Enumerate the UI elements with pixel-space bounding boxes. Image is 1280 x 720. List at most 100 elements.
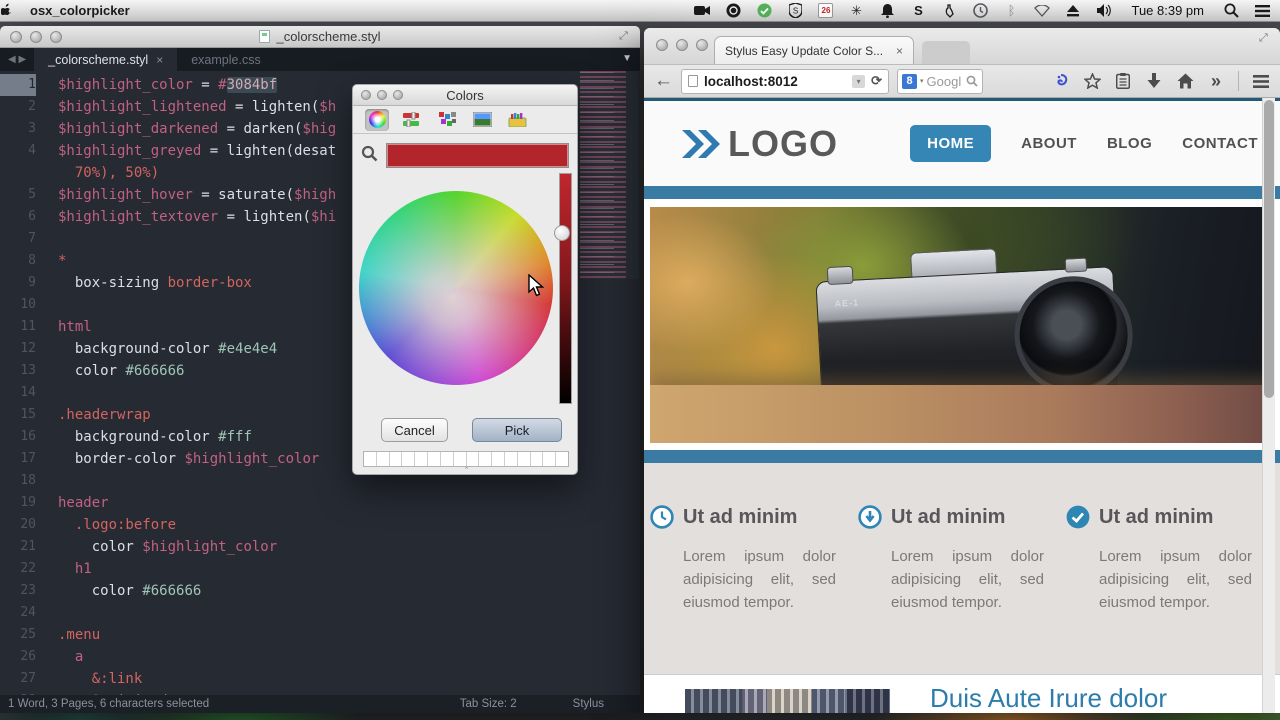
- code-line[interactable]: 24: [0, 602, 640, 624]
- nav-blog[interactable]: BLOG: [1107, 135, 1152, 152]
- swatch-cell[interactable]: [402, 452, 416, 466]
- back-button[interactable]: ←: [654, 70, 673, 92]
- code-line[interactable]: 25 .menu: [0, 624, 640, 646]
- url-text[interactable]: localhost:8012: [704, 74, 846, 89]
- video-camera-icon[interactable]: [694, 3, 711, 19]
- swatch-cell[interactable]: [441, 452, 454, 466]
- minimap[interactable]: [580, 71, 638, 279]
- swatch-cell[interactable]: [531, 452, 544, 466]
- nav-home[interactable]: HOME: [910, 125, 992, 162]
- swatch-drawer-handle[interactable]: ⌃: [462, 467, 471, 474]
- spray-icon[interactable]: [941, 3, 957, 19]
- tab-colorscheme[interactable]: _colorscheme.styl ×: [34, 48, 178, 71]
- close-window-button[interactable]: [361, 90, 371, 100]
- code-line[interactable]: 26 a: [0, 646, 640, 668]
- close-window-button[interactable]: [656, 39, 668, 51]
- cancel-button[interactable]: Cancel: [381, 418, 448, 442]
- nav-about[interactable]: ABOUT: [1021, 135, 1077, 152]
- notification-center-icon[interactable]: [1254, 3, 1270, 19]
- sliders-tab[interactable]: [400, 109, 424, 131]
- picker-titlebar[interactable]: Colors: [353, 85, 577, 106]
- swatch-cell[interactable]: [415, 452, 429, 466]
- crayons-tab[interactable]: [505, 109, 529, 131]
- swatch-cell[interactable]: [467, 452, 480, 466]
- tab-nav-arrows[interactable]: ◀ ▶: [0, 48, 34, 71]
- wifi-icon[interactable]: [1034, 3, 1051, 19]
- eject-icon[interactable]: [1065, 3, 1081, 19]
- current-color-well[interactable]: [386, 143, 569, 168]
- palettes-tab[interactable]: [435, 109, 459, 131]
- status-syntax[interactable]: Stylus: [573, 698, 604, 710]
- tab-close-icon[interactable]: ×: [156, 53, 163, 67]
- toolbar-overflow-icon[interactable]: »: [1207, 71, 1225, 91]
- calendar-icon[interactable]: 26: [818, 3, 834, 18]
- url-bar[interactable]: localhost:8012 ▾ ⟳: [681, 68, 889, 94]
- color-wheel[interactable]: [359, 191, 553, 385]
- volume-icon[interactable]: [1096, 3, 1112, 19]
- creative-cloud-icon[interactable]: [725, 3, 741, 19]
- apple-menu-icon[interactable]: [0, 3, 16, 19]
- code-line[interactable]: 23 color #666666: [0, 580, 640, 602]
- bell-icon[interactable]: [879, 3, 895, 19]
- zoom-window-button[interactable]: [393, 90, 403, 100]
- swatch-cell[interactable]: [492, 452, 505, 466]
- resize-icon[interactable]: ⤢: [1259, 32, 1272, 45]
- scrollbar-thumb[interactable]: [1264, 100, 1274, 398]
- swatch-cell[interactable]: [543, 452, 557, 466]
- bluetooth-icon[interactable]: ᛒ: [1003, 3, 1019, 19]
- status-tab-size[interactable]: Tab Size: 2: [460, 698, 517, 710]
- browser-window-controls[interactable]: [656, 39, 708, 51]
- code-line[interactable]: 27 &:link: [0, 668, 640, 690]
- zoom-window-button[interactable]: [696, 39, 708, 51]
- browser-tab[interactable]: Stylus Easy Update Color S... ×: [714, 36, 914, 64]
- image-palettes-tab[interactable]: [470, 109, 494, 131]
- swatch-cell[interactable]: [428, 452, 441, 466]
- swatch-cell[interactable]: [518, 452, 531, 466]
- tab-overflow-icon[interactable]: ▼: [622, 53, 632, 64]
- swatch-cell[interactable]: [454, 452, 467, 466]
- snowflake-icon[interactable]: ✳: [848, 3, 864, 19]
- minimize-window-button[interactable]: [676, 39, 688, 51]
- magnifier-icon[interactable]: [361, 145, 378, 167]
- minimize-window-button[interactable]: [377, 90, 387, 100]
- shield-icon[interactable]: S: [787, 3, 803, 19]
- bookmark-dropdown-icon[interactable]: ▾: [852, 74, 866, 88]
- spotlight-search-icon[interactable]: [1223, 3, 1239, 19]
- engine-dropdown-caret[interactable]: ▾: [920, 77, 924, 85]
- swatch-cell[interactable]: [364, 452, 377, 466]
- s-status-icon[interactable]: S: [910, 3, 926, 19]
- swatch-cell[interactable]: [479, 452, 493, 466]
- site-logo[interactable]: LOGO: [680, 123, 838, 165]
- swatch-cell[interactable]: [556, 452, 568, 466]
- color-wheel-tab[interactable]: [365, 108, 389, 131]
- dropbox-icon[interactable]: [756, 3, 772, 19]
- search-bar[interactable]: 8 ▾ Googl: [897, 68, 983, 94]
- time-machine-icon[interactable]: [972, 3, 988, 19]
- menu-hamburger-icon[interactable]: [1252, 72, 1270, 90]
- menubar-clock[interactable]: Tue 8:39 pm: [1131, 3, 1204, 18]
- tab-close-icon[interactable]: ×: [896, 44, 903, 58]
- brightness-slider-knob[interactable]: [554, 225, 570, 241]
- resize-icon[interactable]: ⤢: [619, 30, 632, 43]
- close-window-button[interactable]: [10, 31, 22, 43]
- code-line[interactable]: 19 header: [0, 492, 640, 514]
- pick-button[interactable]: Pick: [472, 418, 562, 442]
- minimize-window-button[interactable]: [30, 31, 42, 43]
- google-engine-icon[interactable]: 8: [902, 73, 917, 89]
- tab-example-css[interactable]: example.css: [177, 48, 274, 71]
- bookmarks-sidebar-icon[interactable]: [1114, 72, 1132, 90]
- reload-icon[interactable]: ⟳: [871, 73, 882, 89]
- code-line[interactable]: 21 color $highlight_color: [0, 536, 640, 558]
- code-line[interactable]: 22 h1: [0, 558, 640, 580]
- extension-seahorse-icon[interactable]: [1052, 72, 1070, 90]
- home-icon[interactable]: [1176, 72, 1194, 90]
- browser-scrollbar[interactable]: [1262, 98, 1275, 713]
- new-tab-stub[interactable]: [922, 41, 970, 64]
- editor-window-controls[interactable]: [10, 31, 62, 43]
- menubar-app-name[interactable]: osx_colorpicker: [30, 3, 130, 18]
- brightness-slider[interactable]: [559, 173, 572, 404]
- nav-contact[interactable]: CONTACT: [1182, 135, 1258, 152]
- downloads-icon[interactable]: [1145, 72, 1163, 90]
- browser-titlebar[interactable]: Stylus Easy Update Color S... × ⤢: [644, 28, 1280, 64]
- zoom-window-button[interactable]: [50, 31, 62, 43]
